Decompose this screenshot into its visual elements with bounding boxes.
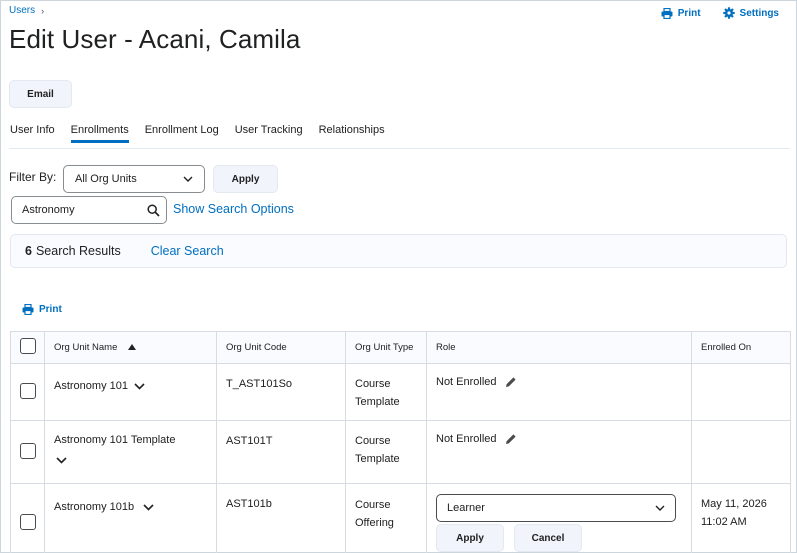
org-unit-name: Astronomy 101: [54, 380, 128, 392]
pencil-icon: [505, 377, 516, 387]
col-org-unit-name[interactable]: Org Unit Name: [44, 331, 217, 364]
col-org-unit-name-label: Org Unit Name: [54, 342, 118, 353]
enrolled-on-cell: [691, 420, 791, 484]
enrolled-date: May 11, 2026: [701, 498, 767, 510]
enrolled-on-cell: May 11, 2026 11:02 AM: [691, 483, 791, 553]
row-checkbox-cell: [10, 363, 45, 421]
org-unit-type-cell: Course Template: [345, 363, 427, 421]
row-checkbox[interactable]: [19, 514, 36, 530]
org-unit-name-cell: Astronomy 101b: [44, 483, 217, 553]
role-cancel-button[interactable]: Cancel: [514, 524, 582, 552]
page-title: Edit User - Acani, Camila: [9, 24, 301, 54]
org-unit-filter-select[interactable]: All Org Units: [63, 165, 205, 193]
org-unit-name-cell: Astronomy 101 Template: [44, 420, 217, 484]
chevron-down-icon: [183, 176, 193, 182]
tab-user-tracking[interactable]: User Tracking: [235, 124, 303, 143]
row-checkbox-cell: [10, 483, 45, 553]
table-row: Astronomy 101b AST101b Course Offering Le…: [10, 483, 791, 553]
tab-relationships[interactable]: Relationships: [319, 124, 385, 143]
col-org-unit-code: Org Unit Code: [216, 331, 346, 364]
settings-button[interactable]: Settings: [722, 7, 779, 19]
org-unit-type-cell: Course Offering: [345, 483, 427, 553]
org-unit-type-cell: Course Template: [345, 420, 427, 484]
search-icon[interactable]: [147, 203, 160, 217]
breadcrumb: Users ›: [9, 5, 44, 16]
chevron-down-icon: [655, 505, 665, 511]
gear-icon: [722, 7, 735, 19]
edit-role-button[interactable]: [505, 433, 517, 445]
role-cell: Not Enrolled: [426, 420, 692, 484]
org-unit-name: Astronomy 101 Template: [54, 434, 176, 446]
role-actions: Apply Cancel: [436, 524, 682, 552]
table-print-button[interactable]: Print: [22, 304, 62, 315]
role-value: Not Enrolled: [436, 376, 497, 388]
role-apply-button[interactable]: Apply: [436, 524, 504, 552]
show-search-options-link[interactable]: Show Search Options: [173, 202, 294, 216]
org-unit-code: T_AST101So: [226, 378, 293, 390]
org-unit-name-cell: Astronomy 101: [44, 363, 217, 421]
table-row: Astronomy 101 Template AST101T Course Tem…: [10, 420, 791, 484]
select-all-checkbox[interactable]: [19, 338, 36, 354]
print-label: Print: [677, 7, 701, 19]
row-checkbox[interactable]: [19, 382, 36, 399]
enrolled-on-cell: [691, 363, 791, 421]
role-value: Not Enrolled: [436, 433, 497, 445]
print-button[interactable]: Print: [661, 7, 701, 19]
table-print-label: Print: [39, 304, 62, 315]
role-cell: Not Enrolled: [426, 363, 692, 421]
org-unit-type-line2: Template: [355, 396, 400, 408]
table-header-row: Org Unit Name Org Unit Code Org Unit Typ…: [10, 331, 791, 364]
chevron-down-icon[interactable]: [134, 383, 145, 390]
pencil-icon: [505, 434, 516, 444]
col-enrolled-on: Enrolled On: [691, 331, 791, 364]
org-unit-code: AST101T: [226, 435, 273, 447]
select-all-cell: [10, 331, 45, 364]
tab-enrollments[interactable]: Enrollments: [70, 124, 129, 143]
enrollments-table: Org Unit Name Org Unit Code Org Unit Typ…: [10, 331, 791, 553]
chevron-down-icon[interactable]: [56, 457, 67, 464]
sort-ascending-icon[interactable]: [128, 344, 136, 351]
settings-label: Settings: [739, 7, 779, 19]
results-count: 6: [25, 244, 32, 258]
filter-label: Filter By:: [9, 170, 57, 184]
org-unit-type-line1: Course: [355, 435, 391, 447]
role-cell: Learner Apply Cancel: [426, 483, 692, 553]
org-unit-code-cell: AST101T: [216, 420, 346, 484]
role-select[interactable]: Learner: [436, 494, 676, 522]
org-unit-code-cell: T_AST101So: [216, 363, 346, 421]
header-actions: Print Settings: [661, 7, 779, 19]
org-unit-type-line1: Course: [355, 378, 391, 390]
row-checkbox-cell: [10, 420, 45, 484]
org-unit-type-line1: Course: [355, 499, 391, 511]
edit-role-button[interactable]: [505, 376, 517, 388]
org-unit-type-line2: Offering: [355, 517, 394, 529]
printer-icon: [661, 7, 673, 19]
printer-icon: [22, 304, 34, 315]
search-input[interactable]: Astronomy: [11, 196, 167, 224]
col-role: Role: [426, 331, 692, 364]
clear-search-link[interactable]: Clear Search: [151, 244, 224, 258]
org-unit-name: Astronomy 101b: [54, 501, 135, 513]
breadcrumb-users-link[interactable]: Users: [9, 5, 35, 16]
email-button[interactable]: Email: [9, 80, 72, 108]
breadcrumb-separator: ›: [41, 5, 45, 16]
enrolled-time: 11:02 AM: [701, 516, 747, 528]
tab-user-info[interactable]: User Info: [10, 124, 55, 143]
org-unit-code: AST101b: [226, 498, 272, 510]
org-unit-code-cell: AST101b: [216, 483, 346, 553]
chevron-down-icon[interactable]: [143, 504, 154, 511]
filter-apply-button[interactable]: Apply: [213, 165, 278, 193]
col-org-unit-type: Org Unit Type: [345, 331, 427, 364]
row-checkbox[interactable]: [19, 442, 36, 459]
search-results-bar: 6 Search Results Clear Search: [10, 234, 787, 268]
role-select-value: Learner: [447, 502, 485, 514]
results-label: Search Results: [35, 244, 121, 258]
search-value: Astronomy: [22, 204, 75, 216]
org-unit-type-line2: Template: [355, 453, 400, 465]
table-row: Astronomy 101 T_AST101So Course Template …: [10, 363, 791, 421]
org-unit-filter-value: All Org Units: [75, 173, 137, 185]
tabs-divider: [9, 148, 790, 149]
tab-bar: User Info Enrollments Enrollment Log Use…: [10, 124, 401, 143]
tab-enrollment-log[interactable]: Enrollment Log: [145, 124, 219, 143]
